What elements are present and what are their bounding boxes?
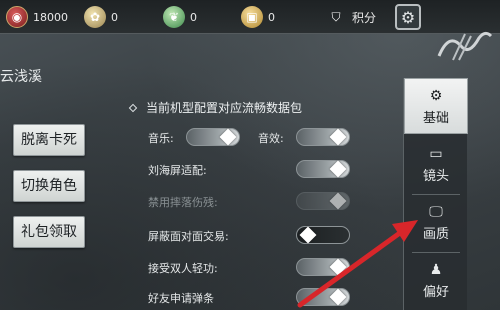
person-icon: ♟ [429,261,443,278]
score-shield-icon: ⛉ [331,9,341,24]
score-label: 积分 [352,10,377,25]
notch-label: 刘海屏适配: [148,164,207,177]
friend-popup-toggle[interactable] [296,288,350,306]
chest-resource: ▣ 0 [241,6,275,28]
switch-character-button[interactable]: 切换角色 [13,170,85,202]
score-button[interactable]: ⛉ 积分 [325,6,376,28]
toggle-knob [329,160,347,178]
tab-label: 画质 [422,226,449,242]
gear-icon: ⚙ [400,7,416,27]
bag-value: 0 [111,10,118,24]
tab-label: 偏好 [422,284,449,300]
music-toggle[interactable] [186,128,240,146]
monitor-icon: 🖵 [429,203,443,220]
gold-value: 18000 [33,10,68,24]
sfx-label: 音效: [258,132,284,145]
treasure-chest-icon: ▣ [241,6,263,28]
toggle-knob [329,128,347,146]
leaf-resource: ❦ 0 [163,6,197,28]
notch-toggle[interactable] [296,160,350,178]
toggle-knob [329,258,347,276]
friend-popup-label: 好友申请弹条 [148,292,214,305]
tab-label: 镜头 [422,168,449,184]
claim-gift-button[interactable]: 礼包领取 [13,216,85,248]
unstuck-button[interactable]: 脱离卡死 [13,124,85,156]
leaf-token-icon: ❦ [163,6,185,28]
bag-resource: ✿ 0 [84,6,118,28]
settings-section-header: 当前机型配置对应流畅数据包 [128,99,303,116]
toggle-knob [329,288,347,306]
sfx-toggle[interactable] [296,128,350,146]
toggle-knob [329,192,347,210]
gold-coin-icon: ◉ [6,6,28,28]
diamond-bullet-icon [128,103,138,112]
duo-qinggong-toggle[interactable] [296,258,350,276]
block-trade-toggle[interactable] [296,226,350,244]
game-logo [435,26,495,68]
toggle-knob [299,226,317,244]
resource-bar: ◉ 18000 ✿ 0 ❦ 0 ▣ 0 ⛉ 积分 ⚙ [0,0,500,34]
chest-value: 0 [268,10,275,24]
page-title: 云浅溪 [0,69,42,85]
bag-icon: ✿ [84,6,106,28]
toggle-knob [219,128,237,146]
gear-icon: ⚙ [429,87,443,104]
settings-gear-button[interactable]: ⚙ [395,4,421,30]
settings-tab-column: ⚙ 基础 ▭ 镜头 🖵 画质 ♟ 偏好 [403,78,468,310]
block-trade-label: 屏蔽面对面交易: [148,230,229,243]
tab-camera[interactable]: ▭ 镜头 [404,136,468,192]
tab-label: 基础 [422,110,449,126]
tab-preference[interactable]: ♟ 偏好 [404,252,468,308]
fall-damage-label: 禁用摔落伤残: [148,196,218,209]
duo-qinggong-label: 接受双人轻功: [148,262,218,275]
music-label: 音乐: [148,132,174,145]
camera-icon: ▭ [429,145,443,162]
fall-damage-toggle [296,192,350,210]
tab-basic[interactable]: ⚙ 基础 [404,78,468,134]
section-title: 当前机型配置对应流畅数据包 [146,101,303,115]
tab-graphics[interactable]: 🖵 画质 [404,194,468,250]
gold-resource: ◉ 18000 [6,6,68,28]
leaf-value: 0 [190,10,197,24]
